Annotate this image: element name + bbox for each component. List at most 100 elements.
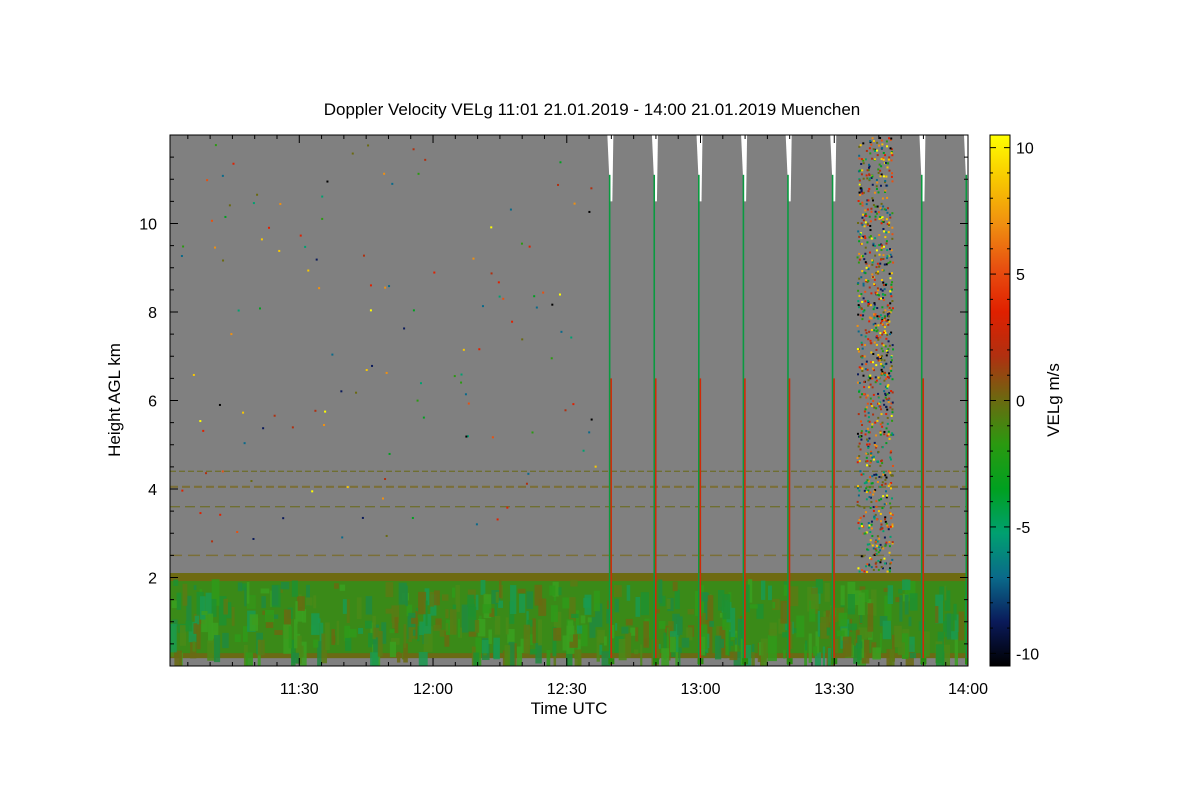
y-tick-label: 2 xyxy=(148,571,157,588)
noise-dot xyxy=(886,373,889,376)
boundary-layer-streak xyxy=(185,620,193,632)
noise-dot xyxy=(874,540,877,543)
noise-dot xyxy=(871,367,874,370)
noise-dot xyxy=(888,344,891,347)
noise-dot xyxy=(883,315,886,318)
boundary-layer-streak xyxy=(505,617,509,635)
noise-dot xyxy=(875,379,878,382)
noise-dot xyxy=(884,392,887,395)
noise-dot xyxy=(882,284,885,287)
noise-dot xyxy=(889,260,892,263)
speckle-dot xyxy=(268,226,271,229)
noise-dot xyxy=(888,541,891,544)
boundary-layer-streak xyxy=(635,627,639,642)
noise-dot xyxy=(859,314,862,317)
noise-dot xyxy=(889,253,892,256)
colorbar-label: VELg m/s xyxy=(1044,363,1063,437)
noise-dot xyxy=(880,362,883,365)
colorbar-tick-label: 5 xyxy=(1016,267,1025,284)
noise-dot xyxy=(860,431,863,434)
noise-dot xyxy=(865,214,868,217)
noise-dot xyxy=(861,204,864,207)
boundary-layer-streak xyxy=(461,604,469,633)
speckle-dot xyxy=(412,309,415,312)
noise-dot xyxy=(880,139,883,142)
boundary-layer-streak xyxy=(201,610,208,616)
noise-dot xyxy=(889,213,892,216)
boundary-layer-streak xyxy=(473,652,480,666)
boundary-layer-streak xyxy=(626,585,631,601)
boundary-layer-streak xyxy=(672,581,678,592)
x-tick-label: 13:00 xyxy=(680,681,720,698)
boundary-layer-streak xyxy=(339,584,346,591)
noise-dot xyxy=(876,287,879,290)
noise-dot xyxy=(891,378,894,381)
noise-dot xyxy=(877,551,880,554)
noise-dot xyxy=(860,334,863,337)
speckle-dot xyxy=(506,506,509,509)
noise-dot xyxy=(883,503,886,506)
noise-dot xyxy=(873,329,876,332)
noise-dot xyxy=(862,162,865,165)
boundary-layer-streak xyxy=(325,622,330,651)
noise-dot xyxy=(873,473,876,476)
noise-dot xyxy=(856,432,859,435)
noise-dot xyxy=(882,471,885,474)
boundary-layer-streak xyxy=(546,649,551,666)
boundary-layer-streak xyxy=(389,629,395,634)
speckle-dot xyxy=(475,523,478,526)
boundary-layer-streak xyxy=(223,598,228,615)
speckle-dot xyxy=(321,217,324,220)
boundary-layer-streak xyxy=(498,600,504,608)
noise-dot xyxy=(887,162,890,165)
noise-dot xyxy=(886,166,889,169)
noise-dot xyxy=(888,483,891,486)
speckle-dot xyxy=(433,271,436,274)
boundary-layer-streak xyxy=(587,617,592,623)
x-tick-label: 13:30 xyxy=(814,681,854,698)
boundary-layer-streak xyxy=(951,631,958,640)
noise-dot xyxy=(878,476,881,479)
noise-dot xyxy=(881,317,884,320)
boundary-layer-streak xyxy=(345,637,352,651)
noise-dot xyxy=(873,341,876,344)
noise-dot xyxy=(890,359,893,362)
noise-dot xyxy=(869,361,872,364)
speckle-dot xyxy=(388,452,391,455)
noise-dot xyxy=(863,489,866,492)
boundary-layer-streak xyxy=(902,579,911,591)
noise-dot xyxy=(875,407,878,410)
noise-dot xyxy=(863,225,866,228)
noise-dot xyxy=(889,535,892,538)
noise-dot xyxy=(889,451,892,454)
noise-dot xyxy=(884,482,887,485)
noise-dot xyxy=(883,263,886,266)
noise-dot xyxy=(889,512,892,515)
noise-dot xyxy=(877,568,880,571)
y-tick-label: 4 xyxy=(148,482,157,499)
noise-dot xyxy=(864,209,867,212)
noise-dot xyxy=(861,300,864,303)
noise-dot xyxy=(874,254,877,257)
noise-dot xyxy=(880,413,883,416)
noise-dot xyxy=(872,413,875,416)
boundary-layer-streak xyxy=(394,617,399,634)
noise-dot xyxy=(874,313,877,316)
noise-dot xyxy=(859,435,862,438)
noise-dot xyxy=(866,443,869,446)
boundary-layer-streak xyxy=(271,585,279,606)
speckle-dot xyxy=(572,403,575,406)
boundary-layer-streak xyxy=(242,626,248,642)
noise-dot xyxy=(886,408,889,411)
noise-dot xyxy=(866,394,869,397)
boundary-layer-streak xyxy=(796,615,805,638)
speckle-dot xyxy=(346,486,349,489)
speckle-dot xyxy=(278,249,281,252)
boundary-layer-streak xyxy=(842,636,852,657)
x-axis-label: Time UTC xyxy=(531,699,608,718)
boundary-layer-streak xyxy=(615,623,618,631)
speckle-dot xyxy=(205,472,208,475)
noise-dot xyxy=(858,252,861,255)
noise-dot xyxy=(878,294,881,297)
noise-dot xyxy=(891,408,894,411)
